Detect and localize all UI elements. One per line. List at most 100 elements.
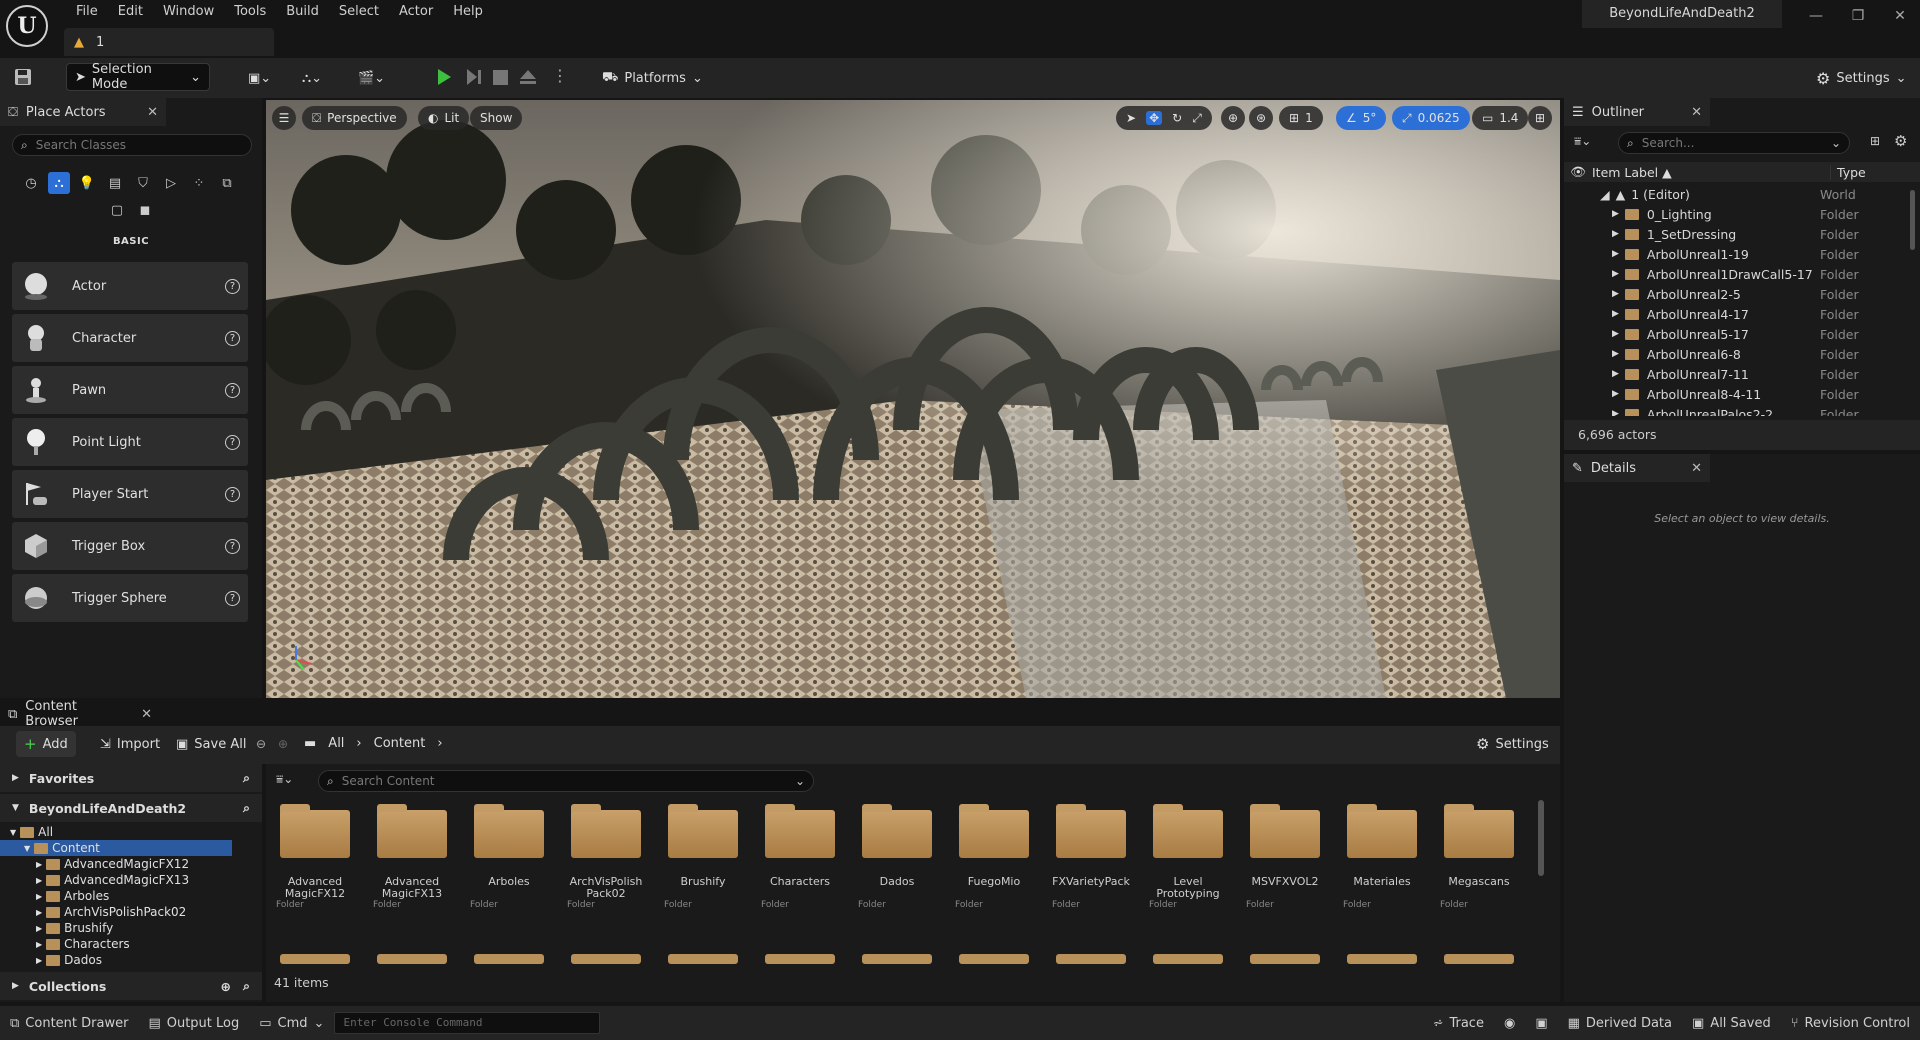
outliner-search-input[interactable]: ⌕ Search... ⌄ [1618,132,1850,154]
help-icon[interactable]: ? [225,330,240,346]
outliner-row[interactable]: ◢ ▲ 1 (Editor) World [1564,184,1910,204]
outliner-row[interactable]: ▶ ArbolUnreal1-19 Folder [1564,244,1910,264]
search-icon[interactable]: ⌕ [243,978,250,994]
perspective-button[interactable]: ⛋ Perspective [302,106,407,130]
help-icon[interactable]: ? [225,278,240,294]
folder-tile[interactable]: Brushify Folder [660,804,746,910]
folder-tile[interactable]: MSVFXVOL2 Folder [1242,804,1328,910]
outliner-row[interactable]: ▶ 0_Lighting Folder [1564,204,1910,224]
cinematics-button[interactable]: 🎬⌄ [350,63,393,93]
scale-snap-button[interactable]: ⤢ 0.0625 [1392,106,1470,130]
outliner-row[interactable]: ▶ ArbolUnreal7-11 Folder [1564,364,1910,384]
all-saved-button[interactable]: ▣ All Saved [1682,1006,1781,1040]
folder-tile[interactable]: FuegoMio Folder [951,804,1037,910]
world-space-icon[interactable]: ⊕ [1221,106,1245,130]
outliner-row[interactable]: ▶ ArbolUnrealPalos2-2 Folder [1564,404,1910,416]
outliner-tab[interactable]: ☰ Outliner ✕ [1564,98,1710,126]
outliner-row[interactable]: ▶ ArbolUnreal5-17 Folder [1564,324,1910,344]
show-button[interactable]: Show [470,106,523,130]
forward-arrow-icon[interactable]: ⊕ [278,737,288,751]
tree-item[interactable]: ▶ ArchVisPolishPack02 [0,904,262,920]
filter-icon[interactable]: ⩸⌄ [1574,134,1591,149]
tree-item[interactable]: ▶ Characters [0,936,262,952]
help-icon[interactable]: ? [225,590,240,606]
viewport-scene[interactable] [266,100,1560,698]
search-classes-input[interactable]: ⌕ Search Classes [12,134,252,156]
details-tab[interactable]: ✎ Details ✕ [1564,454,1710,482]
place-actors-tab[interactable]: ⛋ Place Actors ✕ [0,98,166,126]
actor-item-character[interactable]: Character ? [12,314,248,362]
scale-tool-icon[interactable]: ⤢ [1192,111,1202,126]
expand-arrow-icon[interactable]: ▶ [1612,309,1619,319]
lit-button[interactable]: ◐ Lit [418,106,470,130]
actor-item-trigger-sphere[interactable]: Trigger Sphere ? [12,574,248,622]
menu-tools[interactable]: Tools [224,3,276,21]
platforms-dropdown[interactable]: ⛟ Platforms ⌄ [594,63,711,93]
type-column[interactable]: Type [1830,164,1920,180]
expand-arrow-icon[interactable]: ▶ [1612,389,1619,399]
camera-icon[interactable]: ▣ [1525,1006,1557,1040]
shapes-icon[interactable]: ◼ [134,199,156,221]
expand-arrow-icon[interactable]: ▶ [1612,209,1619,219]
viewport-menu-button[interactable]: ☰ [272,106,296,130]
add-folder-icon[interactable]: ⊞ [1870,134,1880,148]
camera-speed-button[interactable]: ▭ 1.4 [1472,106,1529,130]
tree-item[interactable]: ▶ Arboles [0,888,262,904]
minimize-button[interactable]: — [1794,0,1838,32]
outliner-row[interactable]: ▶ 1_SetDressing Folder [1564,224,1910,244]
actor-item-player-start[interactable]: Player Start ? [12,470,248,518]
blueprint-button[interactable]: ⛬⌄ [294,63,330,93]
add-content-button[interactable]: ▣⌄ [240,63,279,93]
tree-item[interactable]: ▶ Dados [0,952,262,968]
folder-tile[interactable]: Advanced MagicFX13 Folder [369,804,455,910]
save-icon[interactable] [14,68,32,86]
content-drawer-button[interactable]: ⧉ Content Drawer [0,1006,138,1040]
folder-tile[interactable]: Advanced MagicFX12 Folder [272,804,358,910]
output-log-button[interactable]: ▤ Output Log [138,1006,249,1040]
settings-dropdown[interactable]: ⚙ Settings ⌄ [1808,63,1915,93]
folder-tile[interactable]: Dados Folder [854,804,940,910]
trace-button[interactable]: ⩫ Trace [1423,1006,1494,1040]
restore-button[interactable]: ❐ [1836,0,1880,32]
close-tab-icon[interactable]: ✕ [147,105,158,120]
content-browser-tab[interactable]: ⧉ Content Browser ✕ [0,699,160,729]
search-content-input[interactable]: ⌕ Search Content ⌄ [318,770,814,792]
collections-header[interactable]: ▶ Collections ⊕ ⌕ [0,972,262,1000]
add-button[interactable]: + Add [16,731,76,757]
folder-tile[interactable]: FXVarietyPack Folder [1048,804,1134,910]
menu-help[interactable]: Help [443,3,493,21]
menu-actor[interactable]: Actor [389,3,443,21]
step-icon[interactable] [465,68,483,86]
folder-row-2-tops[interactable] [266,950,1536,964]
help-icon[interactable]: ? [225,382,240,398]
play-button[interactable] [435,68,453,86]
actor-item-pawn[interactable]: Pawn ? [12,366,248,414]
folder-tile[interactable]: Level Prototyping Folder [1145,804,1231,910]
outliner-scrollbar[interactable] [1910,190,1915,250]
recent-icon[interactable]: ◷ [20,172,42,194]
expand-arrow-icon[interactable]: ▶ [1612,229,1619,239]
tree-item[interactable]: ▼ All [0,824,262,840]
close-tab-icon[interactable]: ✕ [1691,105,1702,120]
item-label-column[interactable]: Item Label ▲ [1592,165,1830,180]
help-icon[interactable]: ? [225,538,240,554]
close-tab-icon[interactable]: ✕ [141,707,152,722]
search-icon[interactable]: ⌕ [243,770,250,786]
breadcrumb-all[interactable]: All [328,736,344,751]
expand-arrow-icon[interactable]: ▶ [1612,269,1619,279]
console-command-input[interactable]: Enter Console Command [334,1012,601,1034]
help-icon[interactable]: ? [225,434,240,450]
all-classes-icon[interactable]: ⧉ [216,172,238,194]
back-arrow-icon[interactable]: ⊖ [256,737,266,751]
expand-arrow-icon[interactable]: ▶ [1612,349,1619,359]
level-tab[interactable]: ▲ 1 [64,28,274,56]
content-settings-button[interactable]: ⚙ Settings [1468,731,1557,757]
folder-tile[interactable]: Megascans Folder [1436,804,1522,910]
selection-mode-dropdown[interactable]: ➤ Selection Mode ⌄ [66,62,210,92]
tree-item[interactable]: ▶ Brushify [0,920,262,936]
viewport-layout-icon[interactable]: ⊞ [1528,106,1552,130]
outliner-row[interactable]: ▶ ArbolUnreal2-5 Folder [1564,284,1910,304]
select-tool-icon[interactable]: ➤ [1126,111,1136,125]
project-header[interactable]: ▼ BeyondLifeAndDeath2 ⌕ [0,794,262,822]
help-icon[interactable]: ? [225,486,240,502]
